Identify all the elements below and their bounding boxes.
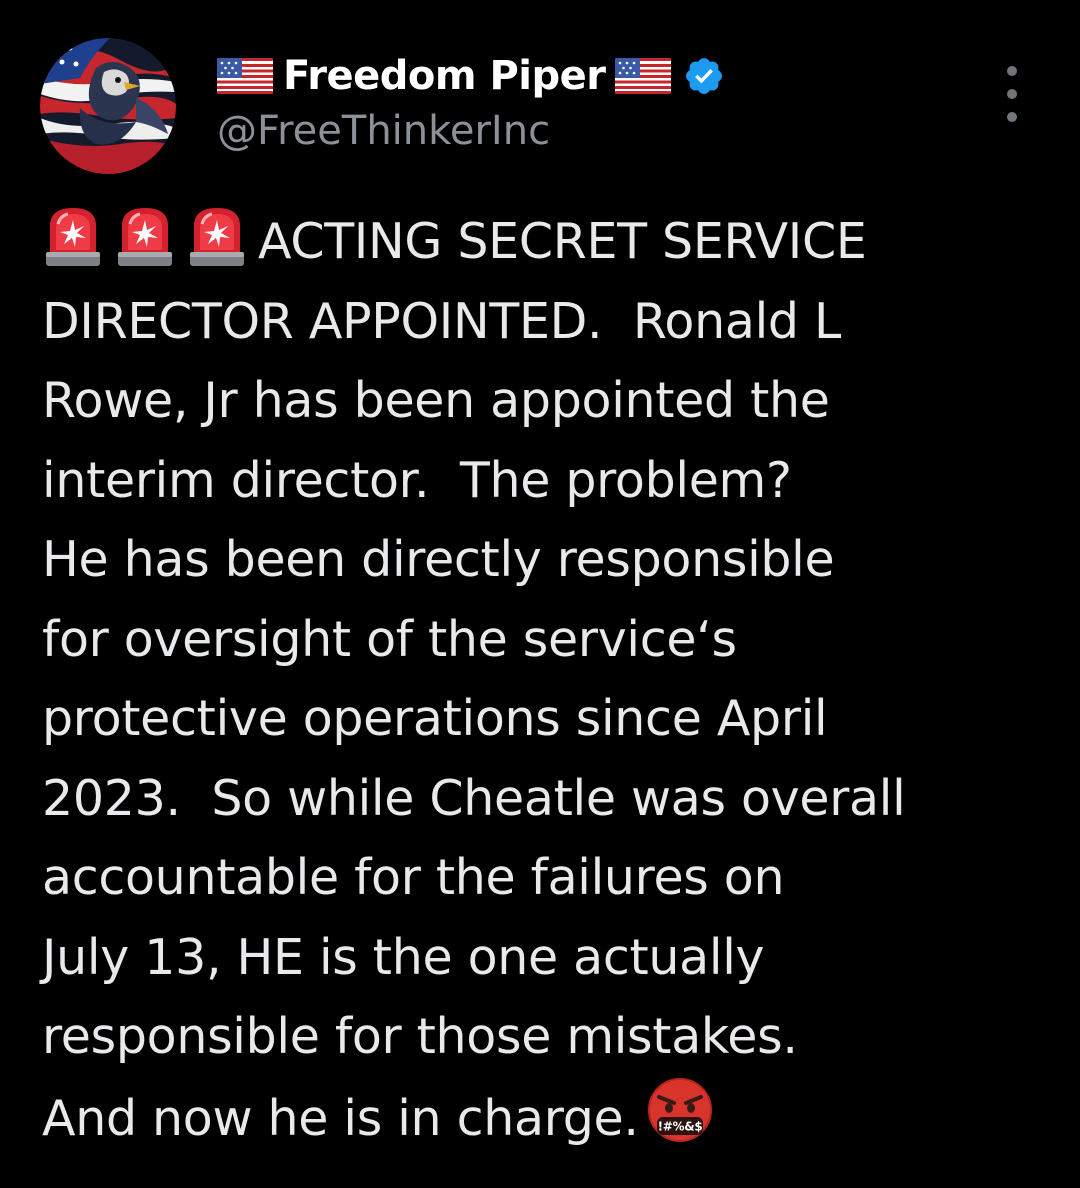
verified-badge-icon[interactable] — [683, 55, 725, 97]
tweet-line: 2023. So while Cheatle was overall — [42, 769, 906, 827]
author-handle[interactable]: @FreeThinkerInc — [217, 108, 550, 154]
tweet-line: DIRECTOR APPOINTED. Ronald L — [42, 292, 841, 350]
tweet-line: Rowe, Jr has been appointed the — [42, 372, 830, 429]
tweet-body: ACTING SECRET SERVICE DIRECTOR APPOINTED… — [42, 202, 1052, 1156]
cursing-symbols: !#%&$ — [657, 1119, 702, 1133]
tweet-line: He has been directly responsible — [42, 531, 835, 588]
tweet-line: accountable for the failures on — [42, 849, 785, 906]
police-siren-icon — [186, 204, 248, 268]
more-options-icon — [1007, 66, 1017, 76]
more-options-button[interactable] — [994, 66, 1030, 122]
tweet-line: July 13, HE is the one actually — [42, 928, 765, 986]
author-name-row[interactable]: Freedom Piper — [217, 48, 725, 104]
face-with-symbols-on-mouth-icon: !#%&$ — [647, 1077, 713, 1143]
us-flag-icon — [615, 56, 672, 96]
tweet-line: protective operations since April — [42, 690, 828, 747]
tweet-card: Freedom Piper @FreeThinkerInc ACTING SEC… — [0, 0, 1080, 1188]
tweet-line: And now he is in charge. !#%&$ — [42, 1077, 1052, 1157]
patriotic-eagle-avatar-icon — [40, 38, 176, 174]
tweet-line-text: And now he is in charge. — [42, 1089, 639, 1147]
more-options-dot — [1007, 89, 1017, 99]
tweet-line: responsible for those mistakes. — [42, 1008, 798, 1065]
tweet-line-text: ACTING SECRET SERVICE — [258, 213, 867, 270]
avatar[interactable] — [40, 38, 176, 174]
police-siren-icon — [42, 204, 104, 268]
tweet-line: interim director. The problem? — [42, 451, 792, 509]
tweet-line: for oversight of the service‘s — [42, 610, 737, 668]
police-siren-icon — [114, 204, 176, 268]
more-options-dot — [1007, 112, 1017, 122]
author-display-name[interactable]: Freedom Piper — [283, 53, 606, 99]
us-flag-icon — [217, 56, 273, 96]
tweet-line: ACTING SECRET SERVICE — [42, 202, 1052, 282]
